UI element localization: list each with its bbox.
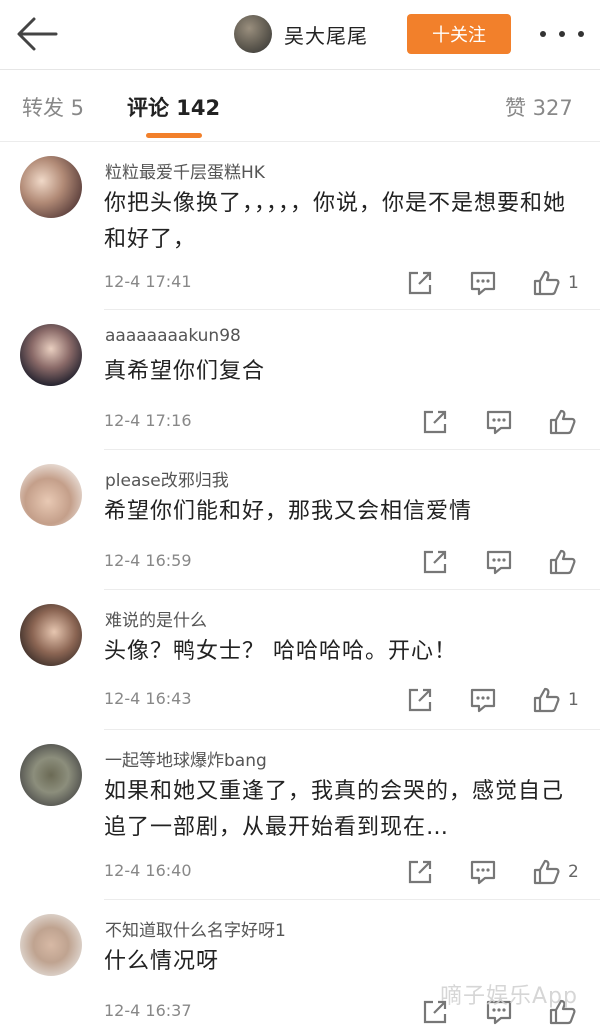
- top-bar: 吴大尾尾 十关注: [0, 0, 600, 70]
- comment-item: 粒粒最爱千层蛋糕HK 你把头像换了，，，，，你说，你是不是想要和她和好了， 12…: [0, 142, 600, 310]
- avatar[interactable]: [20, 156, 82, 218]
- tab-likes[interactable]: 赞 327: [505, 92, 573, 122]
- comment-item: 难说的是什么 头像？鸭女士？ 哈哈哈哈。开心！ 12-4 16:43 1: [0, 590, 600, 730]
- comment-author[interactable]: 粒粒最爱千层蛋糕HK: [105, 158, 265, 183]
- like-icon[interactable]: [531, 857, 561, 887]
- share-icon[interactable]: [420, 547, 450, 577]
- comment-author[interactable]: 一起等地球爆炸bang: [105, 746, 267, 771]
- comment-author[interactable]: aaaaaaaakun98: [105, 326, 241, 346]
- like-count: 1: [568, 690, 579, 710]
- comment-text: 希望你们能和好，那我又会相信爱情: [104, 499, 473, 524]
- back-arrow-icon[interactable]: [14, 14, 58, 54]
- share-icon[interactable]: [405, 685, 435, 715]
- reply-icon[interactable]: [484, 407, 514, 437]
- comment-author[interactable]: 不知道取什么名字好呀1: [105, 916, 286, 941]
- share-icon[interactable]: [405, 857, 435, 887]
- comment-time: 12-4 16:37: [104, 1001, 192, 1020]
- comment-item: 一起等地球爆炸bang 如果和她又重逢了，我真的会哭的，感觉自己追了一部剧，从最…: [0, 730, 600, 900]
- more-dots-icon[interactable]: [540, 20, 584, 48]
- tab-repost[interactable]: 转发 5: [22, 92, 84, 122]
- like-icon[interactable]: [531, 685, 561, 715]
- comment-item: 不知道取什么名字好呀1 什么情况呀 12-4 16:37: [0, 900, 600, 1033]
- comment-time: 12-4 17:16: [104, 411, 192, 430]
- tab-comments[interactable]: 评论 142: [127, 92, 220, 122]
- like-icon[interactable]: [547, 547, 577, 577]
- active-tab-indicator: [146, 133, 202, 138]
- profile-header[interactable]: 吴大尾尾: [234, 14, 368, 54]
- comment-item: aaaaaaaakun98 真希望你们复合 12-4 17:16: [0, 310, 600, 450]
- avatar[interactable]: [20, 914, 82, 976]
- avatar[interactable]: [20, 464, 82, 526]
- like-count: 1: [568, 273, 579, 293]
- comment-time: 12-4 16:43: [104, 689, 192, 708]
- like-count: 2: [568, 862, 579, 882]
- comment-text: 如果和她又重逢了，我真的会哭的，感觉自己追了一部剧，从最开始看到现在…: [104, 779, 565, 840]
- avatar[interactable]: [234, 15, 272, 53]
- comment-author[interactable]: please改邪归我: [105, 466, 229, 491]
- tab-bar: 转发 5 评论 142 赞 327: [0, 70, 600, 142]
- watermark: 嘀子娱乐App: [440, 984, 578, 1009]
- share-icon[interactable]: [420, 407, 450, 437]
- reply-icon[interactable]: [468, 685, 498, 715]
- user-name[interactable]: 吴大尾尾: [284, 20, 368, 49]
- comment-time: 12-4 17:41: [104, 272, 192, 291]
- comment-text: 真希望你们复合: [104, 359, 266, 384]
- like-icon[interactable]: [531, 268, 561, 298]
- like-icon[interactable]: [547, 407, 577, 437]
- follow-button[interactable]: 十关注: [407, 14, 511, 54]
- comment-author[interactable]: 难说的是什么: [105, 606, 207, 631]
- avatar[interactable]: [20, 604, 82, 666]
- reply-icon[interactable]: [468, 857, 498, 887]
- avatar[interactable]: [20, 324, 82, 386]
- comment-time: 12-4 16:40: [104, 861, 192, 880]
- avatar[interactable]: [20, 744, 82, 806]
- reply-icon[interactable]: [484, 547, 514, 577]
- comment-text: 头像？鸭女士？ 哈哈哈哈。开心！: [104, 639, 457, 664]
- comment-text: 你把头像换了，，，，，你说，你是不是想要和她和好了，: [104, 191, 567, 252]
- reply-icon[interactable]: [468, 268, 498, 298]
- comment-item: please改邪归我 希望你们能和好，那我又会相信爱情 12-4 16:59: [0, 450, 600, 590]
- share-icon[interactable]: [405, 268, 435, 298]
- comment-text: 什么情况呀: [104, 949, 220, 974]
- comment-time: 12-4 16:59: [104, 551, 192, 570]
